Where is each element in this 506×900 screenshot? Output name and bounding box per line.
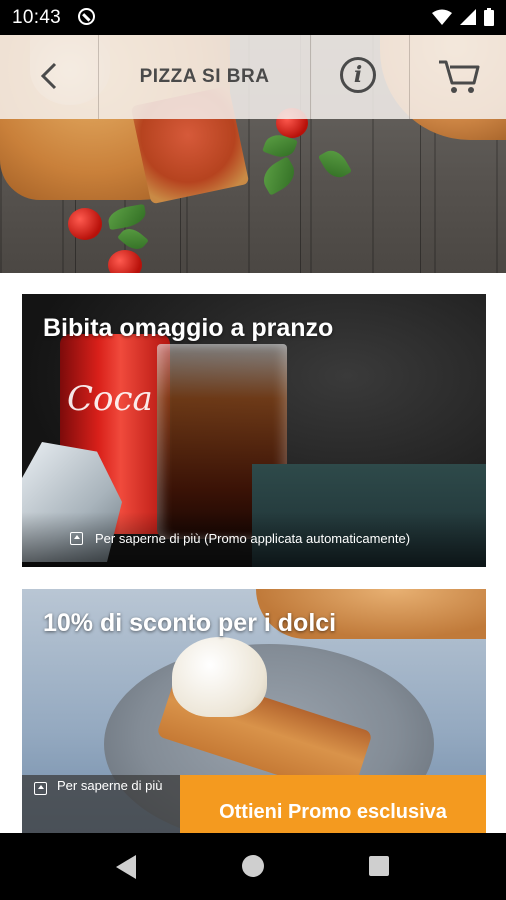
navigation-bar bbox=[0, 833, 506, 900]
promo-list: Coca Bibita omaggio a pranzo Per saperne… bbox=[0, 273, 506, 833]
battery-icon bbox=[484, 8, 494, 26]
promo-title: 10% di sconto per i dolci bbox=[43, 609, 337, 637]
status-bar: 10:43 bbox=[0, 0, 506, 35]
promo-info-text: Per saperne di più (Promo applicata auto… bbox=[95, 531, 411, 546]
cart-icon bbox=[439, 60, 480, 93]
image-icon bbox=[70, 532, 83, 545]
page-title: PIZZA SI BRA bbox=[139, 66, 270, 87]
tomato-image bbox=[68, 208, 102, 240]
info-button[interactable]: i bbox=[311, 35, 409, 119]
do-not-disturb-icon bbox=[78, 8, 95, 25]
recents-square-icon[interactable] bbox=[369, 856, 389, 876]
get-promo-button[interactable]: Ottieni Promo esclusiva bbox=[180, 775, 486, 833]
chevron-left-icon bbox=[40, 62, 57, 90]
ice-cream-image bbox=[172, 637, 267, 717]
promo-card[interactable]: 10% di sconto per i dolci Per saperne di… bbox=[22, 589, 486, 833]
promo-info-text: Per saperne di più bbox=[57, 778, 163, 793]
status-icons bbox=[432, 8, 494, 26]
promo-card[interactable]: Coca Bibita omaggio a pranzo Per saperne… bbox=[22, 294, 486, 567]
info-icon: i bbox=[340, 57, 376, 93]
image-icon bbox=[34, 782, 47, 795]
basil-leaf-image bbox=[317, 145, 353, 183]
home-circle-icon[interactable] bbox=[242, 855, 264, 877]
cola-logo-image: Coca bbox=[67, 379, 153, 419]
basil-leaf-image bbox=[257, 156, 301, 196]
tomato-image bbox=[108, 250, 142, 273]
cart-button[interactable] bbox=[410, 35, 506, 119]
signal-icon bbox=[460, 9, 476, 25]
promo-title: Bibita omaggio a pranzo bbox=[43, 314, 334, 342]
back-triangle-icon[interactable] bbox=[116, 855, 136, 879]
wifi-icon bbox=[432, 9, 452, 25]
app-bar: PIZZA SI BRA i bbox=[0, 35, 506, 119]
back-button[interactable] bbox=[0, 35, 98, 119]
status-time: 10:43 bbox=[12, 7, 62, 28]
basil-leaf-image bbox=[106, 203, 148, 231]
